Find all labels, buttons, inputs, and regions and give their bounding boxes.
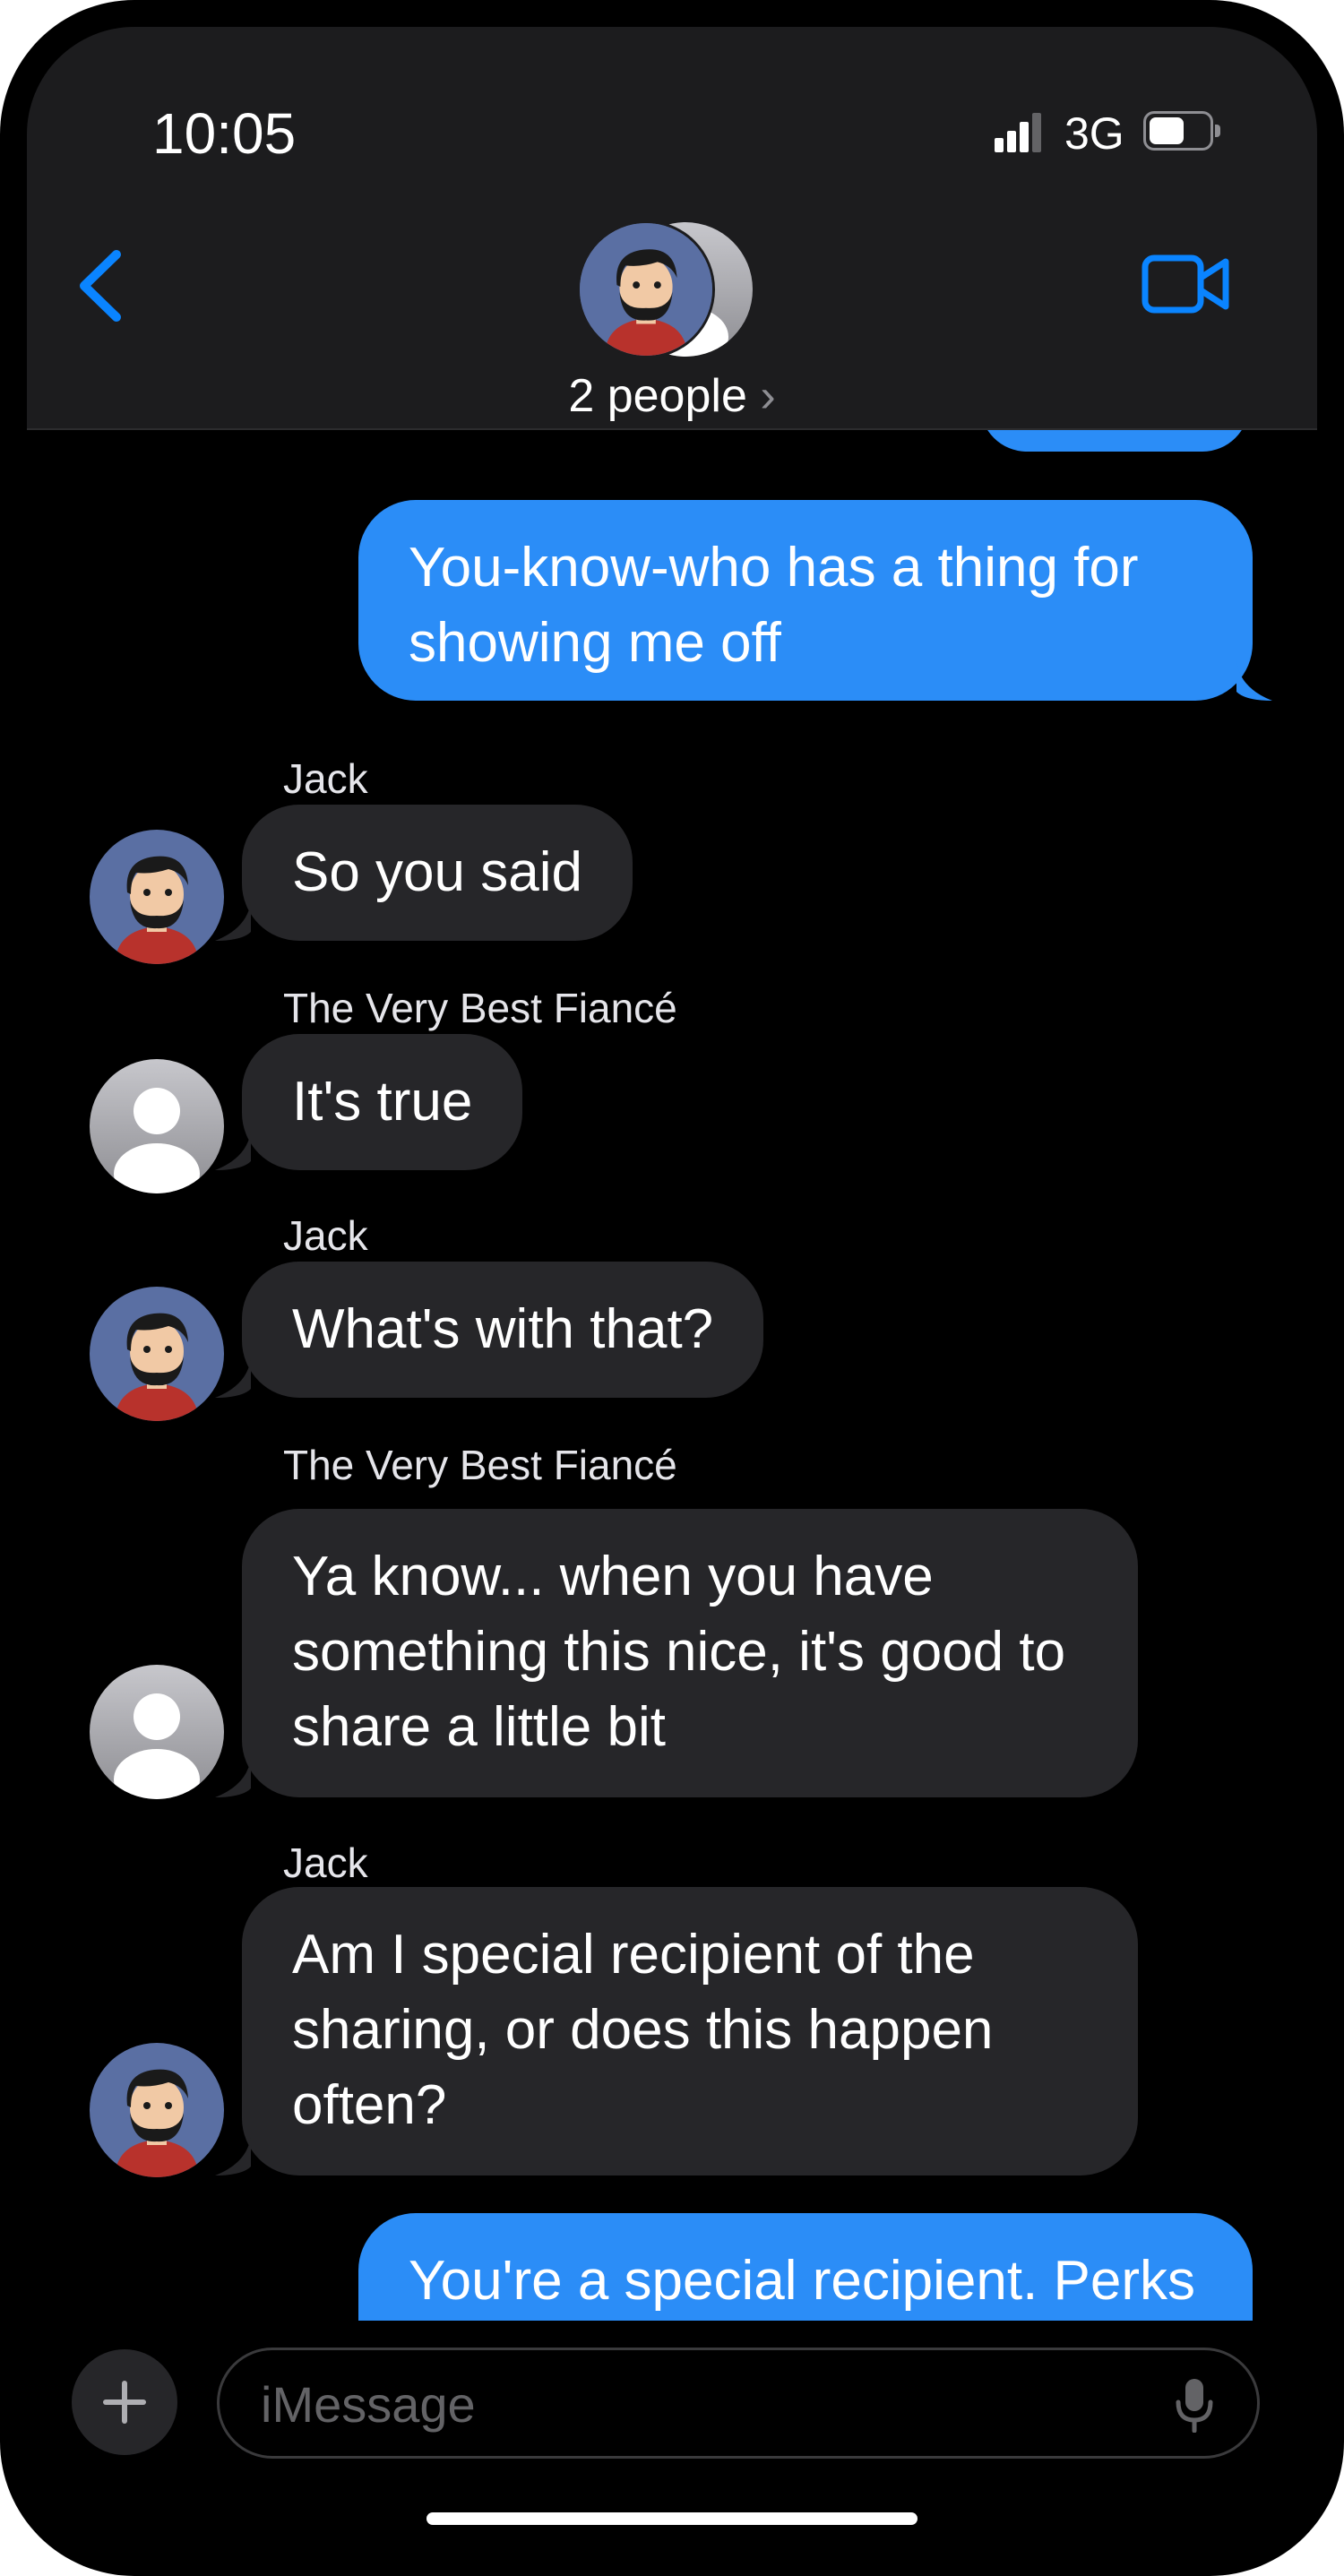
chevron-right-icon: › <box>760 370 776 422</box>
conversation-header: 2 people › <box>27 206 1317 430</box>
screen: 10:05 3G 2 people › You-know-who has a t… <box>27 27 1317 2549</box>
message-bubble-incoming[interactable]: Ya know... when you have something this … <box>242 1509 1138 1797</box>
microphone-icon[interactable] <box>1175 2377 1214 2433</box>
message-bubble-incoming[interactable]: So you said <box>242 805 633 941</box>
message-bubble-outgoing[interactable]: You-know-who has a thing for showing me … <box>358 500 1253 701</box>
sender-name: Jack <box>283 755 368 802</box>
title-text: 2 people <box>568 370 747 422</box>
bubble-tail <box>215 2136 251 2175</box>
avatar-placeholder-icon[interactable] <box>90 1059 224 1193</box>
message-text: You-know-who has a thing for showing me … <box>409 537 1139 674</box>
bubble-tail <box>215 1131 251 1170</box>
sender-name: The Very Best Fiancé <box>283 1442 677 1488</box>
message-text: Ya know... when you have something this … <box>292 1546 1066 1758</box>
signal-icon <box>995 113 1043 152</box>
avatar-jack[interactable] <box>90 2043 224 2177</box>
status-bar: 10:05 3G <box>27 27 1317 206</box>
message-bubble-incoming[interactable]: What's with that? <box>242 1262 764 1398</box>
message-bubble-outgoing[interactable]: You're a special recipient. Perks <box>358 2213 1253 2321</box>
sender-name: The Very Best Fiancé <box>283 985 677 1031</box>
message-bubble-incoming[interactable]: Am I special recipient of the sharing, o… <box>242 1887 1138 2175</box>
phone-frame: 10:05 3G 2 people › You-know-who has a t… <box>0 0 1344 2576</box>
plus-button[interactable] <box>72 2349 177 2455</box>
sender-name: Jack <box>283 1212 368 1259</box>
avatar-jack[interactable] <box>90 830 224 964</box>
plus-icon <box>103 2381 146 2424</box>
message-list[interactable]: You-know-who has a thing for showing me … <box>27 430 1317 2321</box>
status-time: 10:05 <box>152 101 297 166</box>
group-avatars[interactable] <box>577 220 756 364</box>
battery-icon <box>1143 111 1220 151</box>
network-label: 3G <box>1064 108 1124 159</box>
message-text: Am I special recipient of the sharing, o… <box>292 1924 994 2136</box>
message-bubble-outgoing-partial <box>980 430 1249 452</box>
bubble-tail <box>215 1358 251 1398</box>
bubble-tail <box>215 1758 251 1797</box>
message-bubble-incoming[interactable]: It's true <box>242 1034 523 1170</box>
message-input[interactable] <box>259 2363 1141 2445</box>
message-text: So you said <box>292 841 582 903</box>
message-text: What's with that? <box>292 1298 714 1360</box>
message-text: It's true <box>292 1071 473 1133</box>
bubble-tail <box>1236 661 1272 701</box>
conversation-title[interactable]: 2 people › <box>27 369 1317 423</box>
chevron-left-icon[interactable] <box>70 246 133 326</box>
avatar-placeholder-icon[interactable] <box>90 1665 224 1799</box>
message-text: You're a special recipient. Perks <box>409 2250 1196 2312</box>
avatar-jack <box>577 220 715 358</box>
bubble-tail <box>215 901 251 941</box>
home-indicator[interactable] <box>426 2512 918 2525</box>
video-camera-icon[interactable] <box>1142 253 1231 315</box>
sender-name: Jack <box>283 1839 368 1886</box>
message-input-field[interactable] <box>217 2348 1260 2459</box>
avatar-jack[interactable] <box>90 1287 224 1421</box>
